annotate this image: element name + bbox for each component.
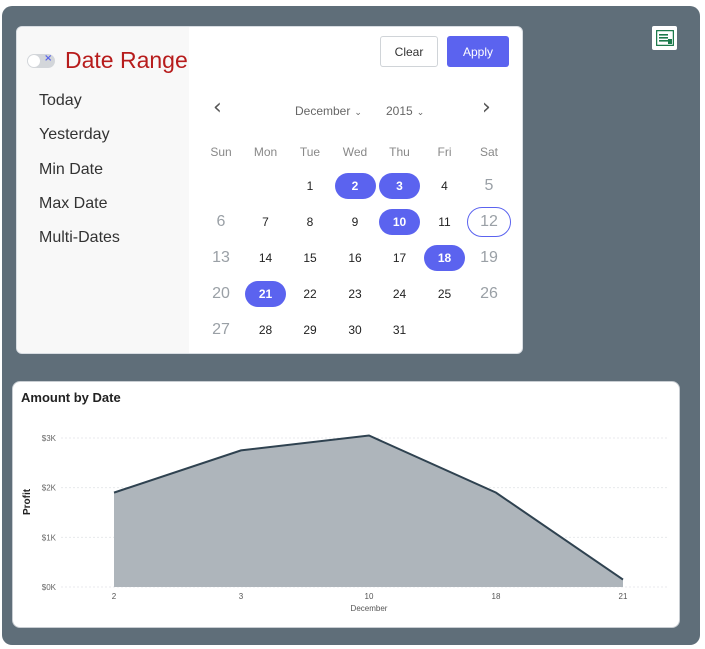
calendar-day-6[interactable]: 6 [201,209,242,235]
calendar-day-28[interactable]: 28 [245,317,286,343]
area-chart-card: Amount by Date $0K $1K $2K $3K 2 3 10 18 21 Decem… [12,381,680,628]
y-axis-label: Profit [22,488,33,515]
excel-export-icon [655,30,674,46]
chevron-down-icon: ⌄ [354,108,362,118]
calendar-day-13[interactable]: 13 [201,245,242,271]
apply-button[interactable]: Apply [447,36,509,67]
preset-yesterday[interactable]: Yesterday [39,125,120,159]
calendar-day-19[interactable]: 19 [469,245,510,271]
calendar-day-15[interactable]: 15 [290,245,331,271]
prev-month-icon[interactable]: ‹ [213,97,222,119]
month-select-label: December [295,104,351,118]
chevron-down-icon: ⌄ [416,108,425,118]
calendar-day-2[interactable]: 2 [334,173,376,199]
y-tick-label: $0K [42,583,57,592]
calendar-day-17[interactable]: 17 [379,245,420,271]
calendar-day-25[interactable]: 25 [424,281,465,307]
y-tick-label: $1K [42,533,57,542]
calendar-day-1[interactable]: 1 [290,173,331,199]
toggle-knob [28,55,40,67]
weekday-thu: Thu [389,145,410,159]
calendar-day-21[interactable]: 21 [245,281,286,307]
preset-panel: × Date Range Today Yesterday Min Date Ma… [17,27,189,353]
calendar-day-12[interactable]: 12 [467,207,511,237]
clear-button[interactable]: Clear [380,36,438,67]
calendar-day-4[interactable]: 4 [424,173,465,199]
weekday-sat: Sat [479,145,498,159]
month-select[interactable]: December ⌄ [295,104,362,118]
weekday-tue: Tue [299,145,321,159]
area-fill [114,435,623,587]
calendar-day-11[interactable]: 11 [424,209,465,235]
weekday-mon: Mon [253,145,278,159]
preset-multi-dates[interactable]: Multi-Dates [39,228,120,262]
preset-max-date[interactable]: Max Date [39,194,120,228]
export-excel-button[interactable] [652,26,677,50]
calendar-day-7[interactable]: 7 [245,209,286,235]
calendar-day-22[interactable]: 22 [290,281,331,307]
x-tick-label: 3 [239,592,244,601]
y-tick-label: $2K [42,484,57,493]
close-x-icon: × [44,53,53,64]
date-range-picker: × Date Range Today Yesterday Min Date Ma… [16,26,523,354]
x-tick-label: 21 [619,592,628,601]
calendar-day-30[interactable]: 30 [335,317,376,343]
calendar-day-5[interactable]: 5 [469,173,510,199]
calendar-day-23[interactable]: 23 [335,281,376,307]
date-range-toggle[interactable]: × [27,53,55,68]
calendar-day-3[interactable]: 3 [379,173,420,199]
weekday-wed: Wed [342,145,368,159]
x-axis-label: December [351,604,388,613]
preset-list: Today Yesterday Min Date Max Date Multi-… [39,91,120,262]
year-select-label: 2015 [386,104,413,118]
calendar-day-16[interactable]: 16 [335,245,376,271]
picker-title: Date Range [65,47,188,73]
weekday-fri: Fri [437,145,452,159]
calendar-day-8[interactable]: 8 [290,209,331,235]
area-chart: $0K $1K $2K $3K 2 3 10 18 21 December Profit [22,434,668,613]
preset-min-date[interactable]: Min Date [39,160,120,194]
y-tick-label: $3K [42,434,57,443]
calendar-day-24[interactable]: 24 [379,281,420,307]
calendar-day-18[interactable]: 18 [424,245,465,271]
preset-today[interactable]: Today [39,91,120,125]
year-select[interactable]: 2015 ⌄ [386,104,424,118]
x-tick-label: 18 [492,592,501,601]
x-tick-label: 10 [365,592,374,601]
x-tick-label: 2 [112,592,117,601]
calendar-day-9[interactable]: 9 [335,209,376,235]
calendar-day-14[interactable]: 14 [245,245,286,271]
calendar-day-10[interactable]: 10 [379,209,420,235]
next-month-icon[interactable]: › [482,97,491,119]
calendar-day-31[interactable]: 31 [379,317,420,343]
calendar-day-20[interactable]: 20 [201,281,242,307]
calendar-day-26[interactable]: 26 [469,281,510,307]
calendar-day-29[interactable]: 29 [290,317,331,343]
calendar-day-27[interactable]: 27 [201,317,242,343]
weekday-sun: Sun [210,145,232,159]
